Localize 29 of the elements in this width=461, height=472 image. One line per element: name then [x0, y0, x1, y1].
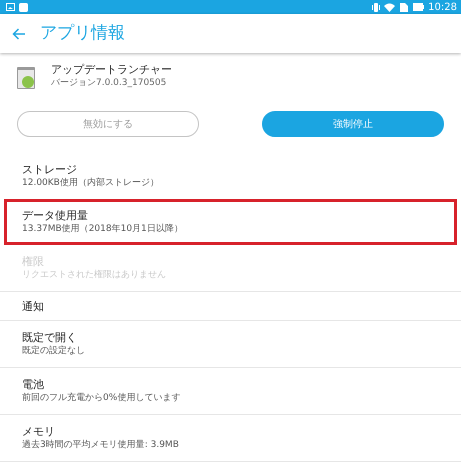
settings-item[interactable]: 既定で開く 既定の設定なし [4, 321, 457, 367]
item-summary: 12.00KB使用（内部ストレージ） [22, 177, 160, 189]
item-title: ストレージ [22, 163, 78, 177]
item-summary: 13.37MB使用（2018年10月1日以降） [22, 223, 184, 235]
square-icon [19, 2, 28, 12]
settings-item[interactable]: メモリ 過去3時間の平均メモリ使用量: 3.9MB [4, 415, 457, 461]
item-title: メモリ [22, 425, 56, 439]
battery-icon [413, 3, 424, 11]
vibrate-icon [372, 2, 380, 12]
image-icon [6, 3, 15, 11]
app-name: アップデートランチャー [51, 63, 172, 77]
app-icon [17, 67, 35, 89]
settings-item[interactable]: 電池 前回のフル充電から0%使用しています [4, 368, 457, 414]
item-title: 既定で開く [22, 331, 78, 345]
sim-icon [399, 2, 410, 12]
item-title: データ使用量 [22, 209, 89, 223]
item-summary: 過去3時間の平均メモリ使用量: 3.9MB [22, 439, 180, 451]
wifi-icon [384, 2, 396, 12]
page-title: アプリ情報 [40, 22, 125, 45]
app-version: バージョン7.0.0.3_170505 [51, 77, 168, 89]
settings-item[interactable]: 通知 [4, 292, 457, 320]
settings-item[interactable]: データ使用量 13.37MB使用（2018年10月1日以降） [4, 199, 457, 245]
item-title: 通知 [22, 300, 45, 314]
clock-time: 10:28 [428, 0, 457, 14]
item-summary: 前回のフル充電から0%使用しています [22, 392, 182, 404]
back-arrow-icon[interactable] [12, 28, 26, 40]
item-summary: 既定の設定なし [22, 345, 86, 357]
settings-item[interactable]: ストレージ 12.00KB使用（内部ストレージ） [4, 153, 457, 199]
item-title: 電池 [22, 378, 45, 392]
